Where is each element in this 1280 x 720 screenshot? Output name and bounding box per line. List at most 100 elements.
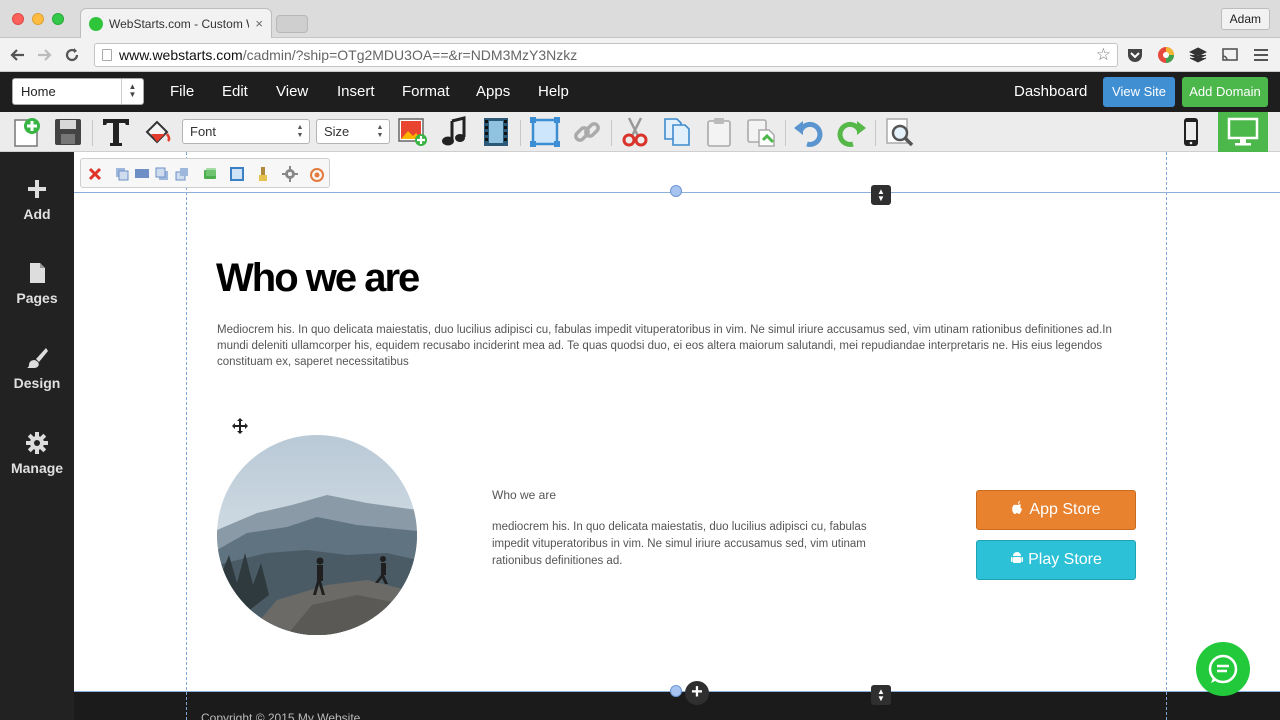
menu-edit[interactable]: Edit <box>222 72 248 112</box>
intro-paragraph[interactable]: Mediocrem his. In quo delicata maiestati… <box>217 322 1137 370</box>
menu-apps[interactable]: Apps <box>476 72 510 112</box>
section-description[interactable]: mediocrem his. In quo delicata maiestati… <box>492 519 892 570</box>
sidebar-item-label: Pages <box>16 290 58 306</box>
gear-icon <box>26 432 48 454</box>
resize-handle-top[interactable] <box>670 185 682 197</box>
play-store-button[interactable]: Play Store <box>976 540 1136 580</box>
page-icon <box>102 49 112 61</box>
music-note-icon[interactable] <box>439 116 471 148</box>
new-page-icon[interactable] <box>10 116 42 148</box>
style-brush-icon[interactable] <box>255 166 271 182</box>
toolbar-divider <box>875 120 876 146</box>
browser-menu-icon[interactable] <box>1252 46 1270 64</box>
redo-icon[interactable] <box>835 116 867 148</box>
sidebar-item-design[interactable]: Design <box>0 347 74 391</box>
page-icon <box>30 263 45 283</box>
text-tool-icon[interactable] <box>100 116 132 148</box>
menu-help[interactable]: Help <box>538 72 569 112</box>
forward-arrow-icon[interactable] <box>34 45 54 65</box>
menu-file[interactable]: File <box>170 72 194 112</box>
undo-icon[interactable] <box>793 116 825 148</box>
sidebar-item-add[interactable]: Add <box>0 178 74 222</box>
android-icon <box>1011 552 1024 563</box>
color-wheel-extension-icon[interactable] <box>1157 46 1175 64</box>
paste-special-icon[interactable] <box>745 116 777 148</box>
window-zoom-button[interactable] <box>52 13 64 25</box>
editor-canvas[interactable]: ▲ ▼ Who we are Mediocrem his. In quo deli… <box>74 152 1280 720</box>
footer-guide-right <box>1166 692 1167 720</box>
profile-button[interactable]: Adam <box>1220 8 1270 30</box>
copyright-text[interactable]: Copyright © 2015 My Website <box>201 711 360 720</box>
play-store-label: Play Store <box>1028 551 1102 568</box>
send-backward-icon[interactable] <box>154 166 170 182</box>
font-select-value: Font <box>190 124 217 139</box>
new-tab-button[interactable] <box>276 15 308 33</box>
box-frame-icon[interactable] <box>529 116 561 148</box>
desktop-view-button[interactable] <box>1218 112 1268 152</box>
send-to-back-icon[interactable] <box>174 166 190 182</box>
sidebar-item-label: Manage <box>10 460 64 476</box>
size-select-value: Size <box>324 124 350 139</box>
section-reorder-handle[interactable]: ▲ ▼ <box>871 185 891 205</box>
size-select[interactable]: Size ▲ ▼ <box>316 119 390 144</box>
paste-clipboard-icon[interactable] <box>703 116 735 148</box>
back-arrow-icon[interactable] <box>8 45 28 65</box>
page-heading[interactable]: Who we are <box>216 256 420 301</box>
content-guide-left <box>186 152 187 720</box>
url-input[interactable]: www.webstarts.com/cadmin/?ship=OTg2MDU3O… <box>94 43 1118 67</box>
delete-x-icon[interactable] <box>87 166 103 182</box>
animation-icon[interactable] <box>309 166 325 182</box>
desktop-monitor-icon <box>1227 117 1259 146</box>
sidebar-item-manage[interactable]: Manage <box>0 432 74 476</box>
cast-icon[interactable] <box>1221 46 1239 64</box>
reload-icon[interactable] <box>62 45 82 65</box>
move-arrows-icon[interactable] <box>232 418 248 434</box>
pocket-extension-icon[interactable] <box>1126 46 1144 64</box>
group-icon[interactable] <box>202 166 218 182</box>
chat-button[interactable] <box>1196 642 1250 696</box>
app-store-button[interactable]: App Store <box>976 490 1136 530</box>
bring-forward-icon[interactable] <box>114 166 130 182</box>
browser-tab[interactable]: WebStarts.com - Custom W × <box>80 8 272 38</box>
page-select-value: Home <box>21 84 56 99</box>
apple-icon <box>1012 501 1023 514</box>
webstarts-favicon-icon <box>89 16 103 31</box>
link-icon[interactable] <box>571 116 603 148</box>
menu-format[interactable]: Format <box>402 72 450 112</box>
add-domain-button[interactable]: Add Domain <box>1182 77 1268 107</box>
tab-close-icon[interactable]: × <box>255 16 263 31</box>
section-subheading[interactable]: Who we are <box>492 488 556 502</box>
dashboard-link[interactable]: Dashboard <box>1014 72 1087 112</box>
buffer-extension-icon[interactable] <box>1189 46 1207 64</box>
sidebar-item-pages[interactable]: Pages <box>0 262 74 306</box>
toolbar-divider <box>520 120 521 146</box>
page-select[interactable]: Home ▲ ▼ <box>12 78 144 105</box>
editor-menu-bar: Home ▲ ▼ File Edit View Insert Format App… <box>0 72 1280 112</box>
font-select[interactable]: Font ▲ ▼ <box>182 119 310 144</box>
mobile-view-icon[interactable] <box>1175 116 1207 148</box>
resize-handle-bottom[interactable] <box>670 685 682 697</box>
video-film-icon[interactable] <box>480 116 512 148</box>
resize-icon[interactable] <box>229 166 245 182</box>
sidebar-item-label: Design <box>13 375 61 391</box>
footer-reorder-handle[interactable]: ▲ ▼ <box>871 685 891 705</box>
preview-magnifier-icon[interactable] <box>884 116 916 148</box>
menu-insert[interactable]: Insert <box>337 72 375 112</box>
url-host: www.webstarts.com <box>119 47 243 63</box>
paintbrush-icon <box>27 348 48 368</box>
hikers-mountain-photo[interactable] <box>217 435 417 635</box>
bring-to-front-icon[interactable] <box>134 166 150 182</box>
bookmark-star-icon[interactable]: ☆ <box>1096 44 1111 66</box>
window-close-button[interactable] <box>12 13 24 25</box>
fill-bucket-icon[interactable] <box>141 116 173 148</box>
copy-icon[interactable] <box>661 116 693 148</box>
window-minimize-button[interactable] <box>32 13 44 25</box>
add-section-button[interactable]: + <box>685 681 709 705</box>
settings-gear-icon[interactable] <box>282 166 298 182</box>
insert-image-icon[interactable] <box>397 116 429 148</box>
editor-toolbar: Font ▲ ▼ Size ▲ ▼ <box>0 112 1280 152</box>
menu-view[interactable]: View <box>276 72 308 112</box>
view-site-button[interactable]: View Site <box>1103 77 1175 107</box>
save-icon[interactable] <box>52 116 84 148</box>
cut-scissors-icon[interactable] <box>619 116 651 148</box>
